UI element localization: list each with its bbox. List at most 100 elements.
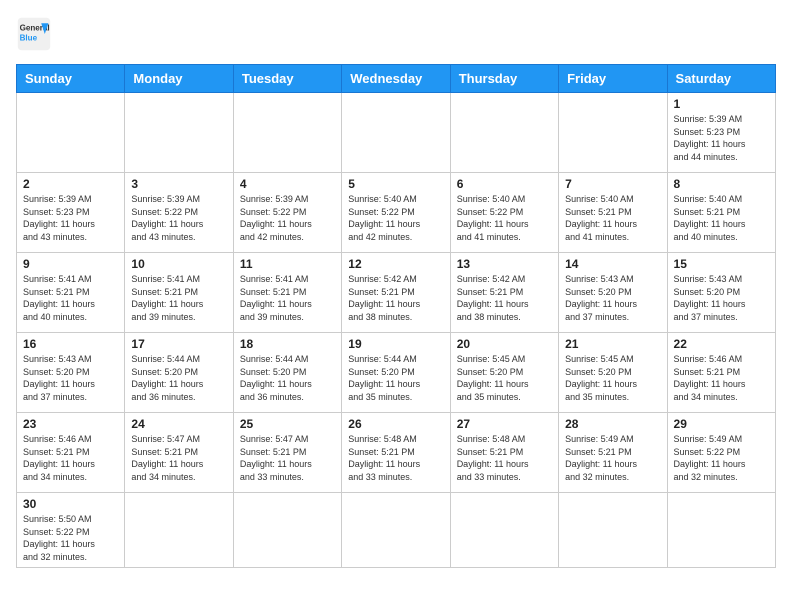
calendar-cell: 3 Sunrise: 5:39 AM Sunset: 5:22 PM Daylig… [125,173,233,253]
calendar-cell: 20Sunrise: 5:45 AM Sunset: 5:20 PM Dayli… [450,333,558,413]
cell-info: Sunrise: 5:41 AM Sunset: 5:21 PM Dayligh… [240,273,335,323]
day-number: 29 [674,417,769,431]
cell-info: Sunrise: 5:39 AM Sunset: 5:22 PM Dayligh… [240,193,335,243]
cell-info: Sunrise: 5:46 AM Sunset: 5:21 PM Dayligh… [23,433,118,483]
cell-info: Sunrise: 5:40 AM Sunset: 5:21 PM Dayligh… [565,193,660,243]
calendar-cell: 12 Sunrise: 5:42 AM Sunset: 5:21 PM Dayli… [342,253,450,333]
day-number: 12 [348,257,443,271]
calendar-table: SundayMondayTuesdayWednesdayThursdayFrid… [16,64,776,568]
calendar-cell [450,493,558,568]
calendar-cell: 29 Sunrise: 5:49 AM Sunset: 5:22 PM Dayli… [667,413,775,493]
weekday-header: Sunday [17,65,125,93]
calendar-week-row: 1 Sunrise: 5:39 AM Sunset: 5:23 PM Daylig… [17,93,776,173]
cell-info: Sunrise: 5:40 AM Sunset: 5:21 PM Dayligh… [674,193,769,243]
calendar-cell: 1 Sunrise: 5:39 AM Sunset: 5:23 PM Daylig… [667,93,775,173]
calendar-cell [233,93,341,173]
calendar-cell: 8 Sunrise: 5:40 AM Sunset: 5:21 PM Daylig… [667,173,775,253]
cell-info: Sunrise: 5:40 AM Sunset: 5:22 PM Dayligh… [457,193,552,243]
day-number: 23 [23,417,118,431]
logo-icon: General Blue [16,16,52,52]
weekday-header: Friday [559,65,667,93]
cell-info: Sunrise: 5:39 AM Sunset: 5:23 PM Dayligh… [23,193,118,243]
calendar-cell [17,93,125,173]
day-number: 26 [348,417,443,431]
calendar-cell: 22Sunrise: 5:46 AM Sunset: 5:21 PM Dayli… [667,333,775,413]
day-number: 20 [457,337,552,351]
day-number: 19 [348,337,443,351]
day-number: 18 [240,337,335,351]
calendar-week-row: 2 Sunrise: 5:39 AM Sunset: 5:23 PM Daylig… [17,173,776,253]
calendar-cell: 7 Sunrise: 5:40 AM Sunset: 5:21 PM Daylig… [559,173,667,253]
calendar-cell: 2 Sunrise: 5:39 AM Sunset: 5:23 PM Daylig… [17,173,125,253]
day-number: 8 [674,177,769,191]
cell-info: Sunrise: 5:44 AM Sunset: 5:20 PM Dayligh… [348,353,443,403]
cell-info: Sunrise: 5:42 AM Sunset: 5:21 PM Dayligh… [457,273,552,323]
weekday-header: Thursday [450,65,558,93]
day-number: 9 [23,257,118,271]
cell-info: Sunrise: 5:45 AM Sunset: 5:20 PM Dayligh… [565,353,660,403]
day-number: 27 [457,417,552,431]
day-number: 17 [131,337,226,351]
day-number: 4 [240,177,335,191]
cell-info: Sunrise: 5:48 AM Sunset: 5:21 PM Dayligh… [348,433,443,483]
day-number: 15 [674,257,769,271]
calendar-week-row: 30 Sunrise: 5:50 AM Sunset: 5:22 PM Dayli… [17,493,776,568]
cell-info: Sunrise: 5:43 AM Sunset: 5:20 PM Dayligh… [23,353,118,403]
cell-info: Sunrise: 5:42 AM Sunset: 5:21 PM Dayligh… [348,273,443,323]
day-number: 7 [565,177,660,191]
calendar-cell: 5 Sunrise: 5:40 AM Sunset: 5:22 PM Daylig… [342,173,450,253]
day-number: 24 [131,417,226,431]
cell-info: Sunrise: 5:44 AM Sunset: 5:20 PM Dayligh… [131,353,226,403]
cell-info: Sunrise: 5:47 AM Sunset: 5:21 PM Dayligh… [131,433,226,483]
calendar-week-row: 9 Sunrise: 5:41 AM Sunset: 5:21 PM Daylig… [17,253,776,333]
calendar-cell: 18 Sunrise: 5:44 AM Sunset: 5:20 PM Dayli… [233,333,341,413]
logo: General Blue [16,16,52,52]
day-number: 16 [23,337,118,351]
calendar-cell [233,493,341,568]
calendar-cell [559,493,667,568]
day-number: 14 [565,257,660,271]
cell-info: Sunrise: 5:46 AM Sunset: 5:21 PM Dayligh… [674,353,769,403]
cell-info: Sunrise: 5:40 AM Sunset: 5:22 PM Dayligh… [348,193,443,243]
day-number: 6 [457,177,552,191]
calendar-week-row: 16 Sunrise: 5:43 AM Sunset: 5:20 PM Dayli… [17,333,776,413]
calendar-cell: 15 Sunrise: 5:43 AM Sunset: 5:20 PM Dayli… [667,253,775,333]
calendar-cell: 10 Sunrise: 5:41 AM Sunset: 5:21 PM Dayli… [125,253,233,333]
calendar-cell: 11Sunrise: 5:41 AM Sunset: 5:21 PM Dayli… [233,253,341,333]
svg-text:Blue: Blue [20,33,38,42]
calendar-cell: 9Sunrise: 5:41 AM Sunset: 5:21 PM Daylig… [17,253,125,333]
calendar-cell: 13 Sunrise: 5:42 AM Sunset: 5:21 PM Dayli… [450,253,558,333]
calendar-cell [125,493,233,568]
calendar-cell: 26 Sunrise: 5:48 AM Sunset: 5:21 PM Dayli… [342,413,450,493]
cell-info: Sunrise: 5:44 AM Sunset: 5:20 PM Dayligh… [240,353,335,403]
calendar-cell: 16 Sunrise: 5:43 AM Sunset: 5:20 PM Dayli… [17,333,125,413]
day-number: 1 [674,97,769,111]
weekday-header: Saturday [667,65,775,93]
calendar-week-row: 23 Sunrise: 5:46 AM Sunset: 5:21 PM Dayli… [17,413,776,493]
day-number: 25 [240,417,335,431]
cell-info: Sunrise: 5:39 AM Sunset: 5:23 PM Dayligh… [674,113,769,163]
day-number: 21 [565,337,660,351]
day-number: 5 [348,177,443,191]
calendar-cell: 4 Sunrise: 5:39 AM Sunset: 5:22 PM Daylig… [233,173,341,253]
calendar-cell: 14 Sunrise: 5:43 AM Sunset: 5:20 PM Dayli… [559,253,667,333]
cell-info: Sunrise: 5:49 AM Sunset: 5:22 PM Dayligh… [674,433,769,483]
day-number: 10 [131,257,226,271]
cell-info: Sunrise: 5:43 AM Sunset: 5:20 PM Dayligh… [674,273,769,323]
cell-info: Sunrise: 5:43 AM Sunset: 5:20 PM Dayligh… [565,273,660,323]
weekday-header: Tuesday [233,65,341,93]
calendar-cell: 17 Sunrise: 5:44 AM Sunset: 5:20 PM Dayli… [125,333,233,413]
cell-info: Sunrise: 5:39 AM Sunset: 5:22 PM Dayligh… [131,193,226,243]
calendar-cell [667,493,775,568]
calendar-cell: 30 Sunrise: 5:50 AM Sunset: 5:22 PM Dayli… [17,493,125,568]
cell-info: Sunrise: 5:41 AM Sunset: 5:21 PM Dayligh… [131,273,226,323]
day-number: 13 [457,257,552,271]
cell-info: Sunrise: 5:48 AM Sunset: 5:21 PM Dayligh… [457,433,552,483]
cell-info: Sunrise: 5:47 AM Sunset: 5:21 PM Dayligh… [240,433,335,483]
day-number: 30 [23,497,118,511]
calendar-cell: 28Sunrise: 5:49 AM Sunset: 5:21 PM Dayli… [559,413,667,493]
calendar-cell: 27 Sunrise: 5:48 AM Sunset: 5:21 PM Dayli… [450,413,558,493]
cell-info: Sunrise: 5:50 AM Sunset: 5:22 PM Dayligh… [23,513,118,563]
day-number: 3 [131,177,226,191]
day-number: 2 [23,177,118,191]
